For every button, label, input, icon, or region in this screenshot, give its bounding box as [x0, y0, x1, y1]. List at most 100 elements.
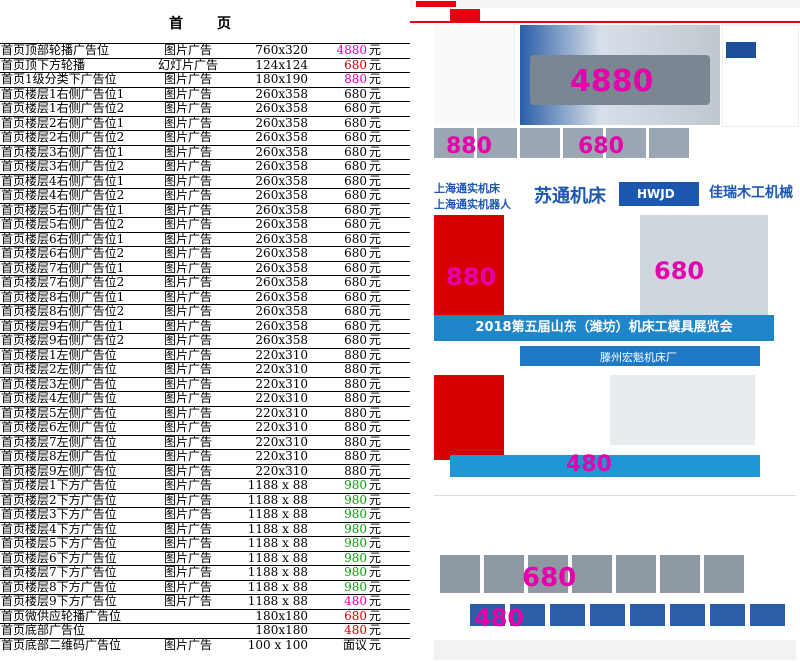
ad-price: 680: [309, 115, 368, 131]
ad-price: 680: [309, 130, 368, 145]
ad-price: 980: [309, 492, 368, 508]
price-unit: 元: [368, 478, 415, 493]
price-unit: 元: [368, 86, 415, 102]
ad-position-name: 首页楼层9下方广告位: [0, 594, 142, 609]
price-unit: 元: [368, 72, 415, 87]
table-row: 首页楼层2右侧广告位1 图片广告 260x358 680 元: [0, 115, 415, 131]
price-unit: 元: [368, 565, 415, 580]
ad-type: 图片广告: [142, 43, 234, 58]
table-row: 首页楼层5左侧广告位 图片广告 220x310 880 元: [0, 405, 415, 421]
table-row: 首页楼层6左侧广告位 图片广告 220x310 880 元: [0, 420, 415, 435]
ad-size: 1188 x 88: [234, 478, 309, 493]
price-unit: 元: [368, 115, 415, 131]
ad-position-name: 首页楼层3右侧广告位1: [0, 144, 142, 160]
ad-price: 980: [309, 550, 368, 566]
ad-price: 980: [309, 579, 368, 595]
table-row: 首页底部二维码广告位 图片广告 100 x 100 面议元: [0, 637, 415, 652]
ad-position-name: 首页楼层8右侧广告位1: [0, 289, 142, 305]
ad-size: 180x180: [234, 608, 309, 624]
price-unit: 元: [368, 43, 415, 58]
table-row: 首页楼层2下方广告位 图片广告 1188 x 88 980 元: [0, 492, 415, 508]
table-row: 首页底部广告位 180x180 480 元: [0, 623, 415, 638]
ad-size: 100 x 100: [234, 637, 309, 652]
ad-price: 880: [309, 72, 368, 87]
table-row: 首页1级分类下广告位 图片广告 180x190 880 元: [0, 72, 415, 87]
ad-type: 图片广告: [142, 434, 234, 450]
table-row: 首页楼层1右侧广告位1 图片广告 260x358 680 元: [0, 86, 415, 102]
ad-size: 260x358: [234, 130, 309, 145]
ad-position-name: 首页楼层7右侧广告位2: [0, 275, 142, 290]
overlay-price: 4880: [570, 64, 654, 99]
ad-price: 680: [309, 608, 368, 624]
ad-type: 图片广告: [142, 594, 234, 609]
company-header: 滕州宏魁机床厂: [520, 346, 760, 366]
ad-position-name: 首页楼层4右侧广告位1: [0, 173, 142, 189]
table-row: 首页楼层9右侧广告位2 图片广告 260x358 680 元: [0, 333, 415, 348]
ad-size: 260x358: [234, 289, 309, 305]
overlay-price: 480: [566, 452, 612, 477]
ad-price: 680: [309, 260, 368, 276]
ad-type: 图片广告: [142, 289, 234, 305]
ad-type: 图片广告: [142, 173, 234, 189]
table-row: 首页楼层5右侧广告位1 图片广告 260x358 680 元: [0, 202, 415, 218]
right-info-box: [722, 25, 799, 127]
ad-type: 图片广告: [142, 420, 234, 435]
product-strip: [440, 555, 795, 595]
ad-position-name: 首页楼层2右侧广告位2: [0, 130, 142, 145]
table-row: 首页楼层9右侧广告位1 图片广告 260x358 680 元: [0, 318, 415, 334]
table-row: 首页顶部轮播广告位 图片广告 760x320 4880 元: [0, 43, 415, 58]
ad-position-name: 首页楼层5下方广告位: [0, 536, 142, 551]
site-footer: [434, 640, 796, 660]
price-unit: 元: [368, 231, 415, 247]
ad-size: 220x310: [234, 376, 309, 392]
ad-position-name: 首页楼层2下方广告位: [0, 492, 142, 508]
price-unit: 元: [368, 57, 415, 73]
ad-price: 880: [309, 420, 368, 435]
overlay-price: 480: [474, 604, 525, 632]
ad-price: 680: [309, 275, 368, 290]
ad-type: 幻灯片广告: [142, 57, 234, 73]
ad-position-name: 首页楼层7左侧广告位: [0, 434, 142, 450]
ad-position-name: 首页顶下方轮播: [0, 57, 142, 73]
ad-size: 1188 x 88: [234, 492, 309, 508]
ad-size: 1188 x 88: [234, 565, 309, 580]
price-unit: 元: [368, 318, 415, 334]
ad-type: 图片广告: [142, 536, 234, 551]
ad-type: 图片广告: [142, 144, 234, 160]
overlay-price: 680: [654, 257, 705, 285]
ad-type: 图片广告: [142, 550, 234, 566]
page-title: 首 页: [169, 16, 241, 32]
table-row: 首页楼层4右侧广告位2 图片广告 260x358 680 元: [0, 188, 415, 203]
table-row: 首页楼层2左侧广告位 图片广告 220x310 880 元: [0, 362, 415, 377]
ad-position-name: 首页顶部轮播广告位: [0, 43, 142, 58]
ad-price-table: 首页顶部轮播广告位 图片广告 760x320 4880 元首页顶下方轮播 幻灯片广告 124…: [0, 43, 415, 652]
ad-price: 980: [309, 536, 368, 551]
ad-price: 4880: [309, 43, 368, 58]
ad-size: 1188 x 88: [234, 579, 309, 595]
ad-type: 图片广告: [142, 231, 234, 247]
ad-size: 220x310: [234, 405, 309, 421]
ad-type: 图片广告: [142, 202, 234, 218]
ad-price: 680: [309, 101, 368, 116]
ad-size: 260x358: [234, 318, 309, 334]
price-unit: 元: [368, 159, 415, 174]
ad-size: 260x358: [234, 159, 309, 174]
ad-position-name: 首页底部广告位: [0, 623, 142, 638]
price-unit: 元: [368, 623, 415, 638]
table-row: 首页楼层3下方广告位 图片广告 1188 x 88 980 元: [0, 507, 415, 522]
table-row: 首页楼层8左侧广告位 图片广告 220x310 880 元: [0, 449, 415, 464]
ad-size: 260x358: [234, 260, 309, 276]
table-row: 首页楼层9左侧广告位 图片广告 220x310 880 元: [0, 463, 415, 479]
ad-position-name: 首页楼层7下方广告位: [0, 565, 142, 580]
ad-type: 图片广告: [142, 333, 234, 348]
ad-type: 图片广告: [142, 347, 234, 363]
table-row: 首页楼层6右侧广告位1 图片广告 260x358 680 元: [0, 231, 415, 247]
ad-price: 680: [309, 159, 368, 174]
ad-price: 480: [309, 623, 368, 638]
ad-price: 680: [309, 304, 368, 319]
ad-type: 图片广告: [142, 115, 234, 131]
price-unit: 元: [368, 536, 415, 551]
ad-position-name: 首页楼层1左侧广告位: [0, 347, 142, 363]
ad-price: 980: [309, 478, 368, 493]
floor2-right-ad: [610, 375, 755, 445]
